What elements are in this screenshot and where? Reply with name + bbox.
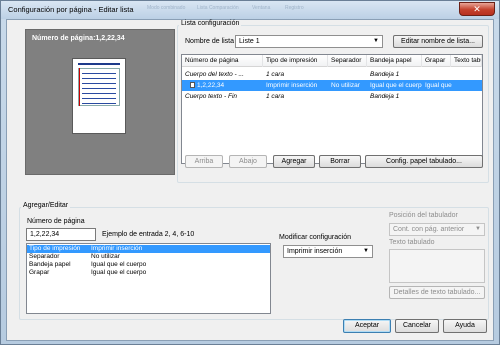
cell-page: Cuerpo texto - Fin — [185, 93, 238, 100]
list-header: Número de página Tipo de impresión Separ… — [182, 55, 482, 67]
cell-separator: No utilizar — [331, 82, 360, 89]
column-header-print[interactable]: Tipo de impresión — [263, 55, 328, 67]
list-config-label: Lista configuración — [179, 20, 242, 27]
property-value: No utilizar — [91, 253, 120, 260]
ok-button[interactable]: Aceptar — [343, 319, 391, 333]
page-header-bar — [78, 63, 120, 65]
list-row[interactable]: Cuerpo texto - Fin 1 cara Bandeja 1 — [182, 91, 482, 102]
page-preview: Número de página:1,2,22,34 — [25, 29, 175, 175]
cell-staple: Igual que — [425, 82, 452, 89]
config-list-view[interactable]: Número de página Tipo de impresión Separ… — [181, 54, 483, 164]
chevron-down-icon: ▼ — [363, 248, 369, 254]
modify-config-select[interactable]: Imprimir inserción ▼ — [283, 245, 373, 258]
delete-button[interactable]: Borrar — [319, 155, 361, 168]
move-up-button[interactable]: Arriba — [185, 155, 223, 168]
tab-position-select[interactable]: Cont. con pág. anterior ▼ — [389, 223, 485, 236]
property-name: Bandeja papel — [29, 261, 71, 268]
property-row[interactable]: Grapar Igual que el cuerpo — [27, 269, 270, 277]
dialog-window: Configuración por página - Editar lista … — [0, 0, 500, 345]
list-name-value: Liste 1 — [239, 38, 260, 45]
edit-list-name-button[interactable]: Editar nombre de lista... — [393, 35, 483, 48]
page-text-block — [78, 68, 120, 106]
page-number-input[interactable]: 1,2,22,34 — [26, 228, 96, 241]
modify-config-label: Modificar configuración — [279, 234, 351, 241]
list-row-selected[interactable]: 1,2,22,34 Imprimir inserción No utilizar… — [182, 80, 482, 91]
background-tab: Lista Comparación — [197, 5, 239, 11]
chevron-down-icon: ▼ — [475, 226, 481, 232]
list-name-label: Nombre de lista — [185, 38, 235, 45]
page-number-label: Número de página — [27, 218, 85, 225]
modify-config-value: Imprimir inserción — [287, 248, 343, 255]
background-tab: Modo combinado — [147, 5, 186, 11]
help-button[interactable]: Ayuda — [443, 319, 487, 333]
page-thumbnail — [72, 58, 126, 134]
property-value: Imprimir inserción — [91, 245, 143, 252]
document-icon — [190, 82, 195, 88]
column-header-separator[interactable]: Separador — [328, 55, 367, 67]
property-value: Igual que el cuerpo — [91, 261, 147, 268]
property-name: Grapar — [29, 269, 50, 276]
tab-paper-config-button[interactable]: Config. papel tabulado... — [365, 155, 483, 168]
dialog-client: Número de página:1,2,22,34 Lista configu… — [6, 19, 494, 341]
list-name-select[interactable]: Liste 1 ▼ — [235, 35, 383, 48]
tab-position-label: Posición del tabulador — [389, 212, 458, 219]
property-row[interactable]: Separador No utilizar — [27, 253, 270, 261]
window-title: Configuración por página - Editar lista — [8, 5, 134, 14]
move-down-button[interactable]: Abajo — [229, 155, 267, 168]
title-bar[interactable]: Configuración por página - Editar lista … — [1, 1, 499, 19]
background-tab: Registro — [285, 5, 304, 11]
cell-tray: Bandeja 1 — [370, 71, 400, 78]
cell-print: 1 cara — [266, 93, 285, 100]
close-button[interactable]: ✕ — [459, 2, 495, 16]
cell-print: 1 cara — [266, 71, 285, 78]
preview-label: Número de página:1,2,22,34 — [32, 35, 125, 42]
property-value: Igual que el cuerpo — [91, 269, 147, 276]
column-header-staple[interactable]: Grapar — [422, 55, 451, 67]
add-button[interactable]: Agregar — [273, 155, 315, 168]
property-row-selected[interactable]: Tipo de impresión Imprimir inserción — [27, 245, 270, 253]
cell-page-text: 1,2,22,34 — [197, 82, 225, 89]
cell-print: Imprimir inserción — [266, 82, 318, 89]
example-text: Ejemplo de entrada 2, 4, 6-10 — [102, 231, 195, 238]
tab-text-field[interactable] — [389, 249, 485, 283]
column-header-page[interactable]: Número de página — [182, 55, 263, 67]
chevron-down-icon: ▼ — [373, 38, 379, 44]
column-header-tab[interactable]: Texto tabula — [451, 55, 482, 67]
background-tab: Ventana — [252, 5, 271, 11]
close-icon: ✕ — [473, 4, 481, 14]
list-row[interactable]: Cuerpo del texto - ... 1 cara Bandeja 1 — [182, 69, 482, 80]
tab-text-details-button[interactable]: Detalles de texto tabulado... — [389, 286, 485, 299]
tab-position-value: Cont. con pág. anterior — [393, 226, 465, 233]
tab-text-label: Texto tabulado — [389, 239, 435, 246]
cancel-button[interactable]: Cancelar — [395, 319, 439, 333]
page-margin-line — [79, 68, 80, 106]
cell-tray: Bandeja 1 — [370, 93, 400, 100]
property-name: Separador — [29, 253, 60, 260]
add-edit-label: Agregar/Editar — [21, 202, 71, 209]
cell-tray: Igual que el cuerpo — [370, 82, 422, 89]
property-name: Tipo de impresión — [29, 245, 81, 252]
column-header-tray[interactable]: Bandeja papel — [367, 55, 422, 67]
cell-page: 1,2,22,34 — [190, 80, 263, 91]
property-row[interactable]: Bandeja papel Igual que el cuerpo — [27, 261, 270, 269]
property-list[interactable]: Tipo de impresión Imprimir inserción Sep… — [26, 243, 271, 314]
cell-page: Cuerpo del texto - ... — [185, 71, 244, 78]
